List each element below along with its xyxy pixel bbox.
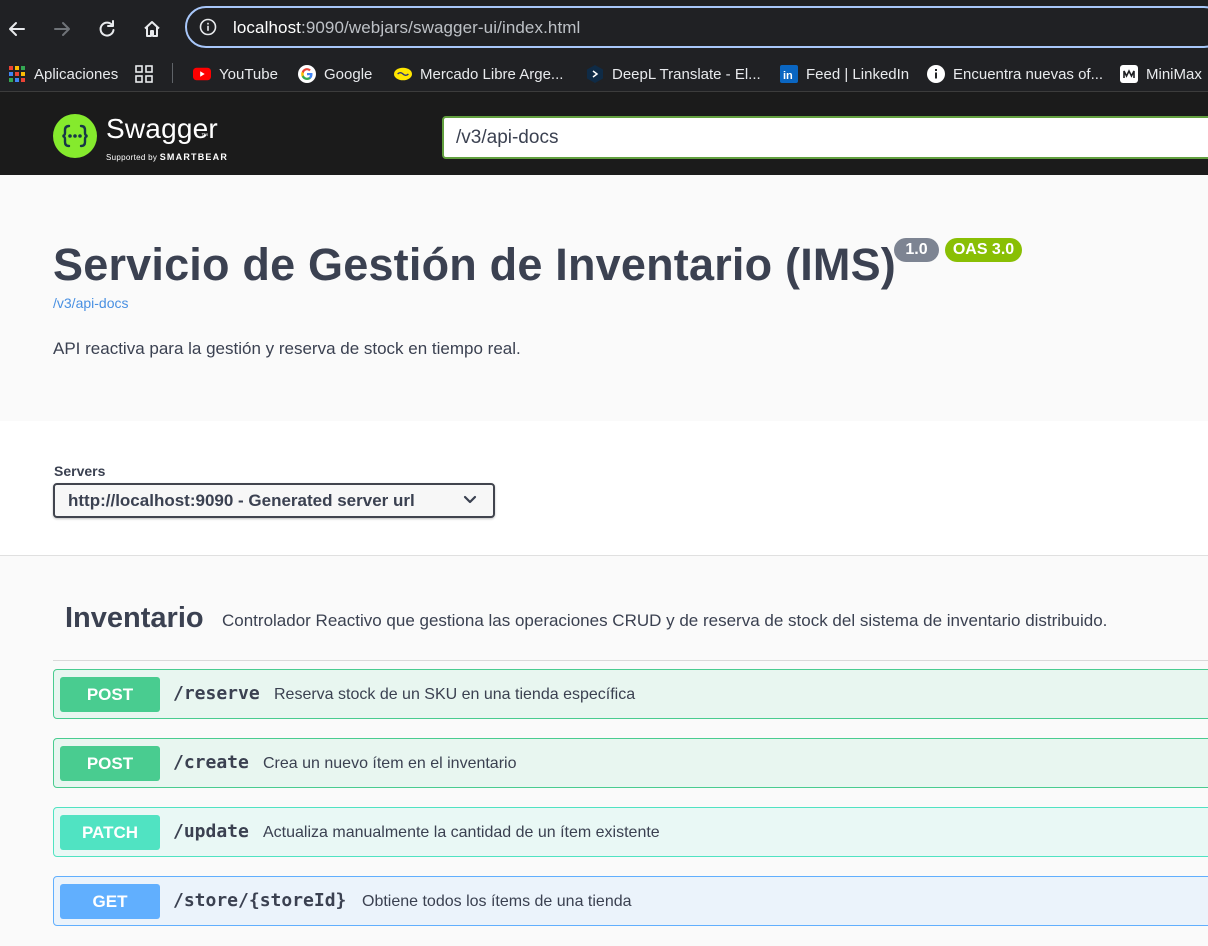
operation-path: /reserve bbox=[173, 683, 260, 704]
bookmark-youtube[interactable]: YouTube bbox=[193, 63, 278, 85]
api-description: API reactiva para la gestión y reserva d… bbox=[53, 339, 521, 358]
tag-description: Controlador Reactivo que gestiona las op… bbox=[222, 611, 1108, 630]
supported-by-text: Supported by bbox=[106, 153, 158, 162]
servers-label: Servers bbox=[54, 463, 106, 479]
swagger-trademark: ™ bbox=[201, 133, 208, 140]
browser-toolbar: localhost:9090/webjars/swagger-ui/index.… bbox=[0, 0, 1208, 57]
servers-selected-value: http://localhost:9090 - Generated server… bbox=[68, 491, 415, 510]
apps-grid-icon bbox=[8, 65, 26, 83]
home-icon bbox=[144, 21, 160, 37]
deepl-icon bbox=[586, 65, 604, 83]
chevron-down-icon bbox=[463, 495, 477, 504]
bookmark-label: DeepL Translate - El... bbox=[612, 65, 761, 83]
reload-icon bbox=[99, 20, 115, 37]
info-section: Servicio de Gestión de Inventario (IMS) … bbox=[0, 175, 1208, 421]
bookmarks-bar: Aplicaciones YouTube Google Mercado Libr… bbox=[0, 57, 1208, 92]
spec-url-input[interactable]: /v3/api-docs bbox=[442, 116, 1208, 159]
bookmark-grid[interactable] bbox=[135, 63, 161, 85]
bookmark-encuentra[interactable]: Encuentra nuevas of... bbox=[927, 63, 1103, 85]
reload-button[interactable] bbox=[91, 13, 123, 45]
forward-arrow-icon bbox=[54, 22, 70, 36]
bookmark-label: Mercado Libre Arge... bbox=[420, 65, 564, 83]
bookmark-label: YouTube bbox=[219, 65, 278, 83]
bookmark-label: Google bbox=[324, 65, 373, 83]
youtube-icon bbox=[193, 65, 211, 83]
svg-text:in: in bbox=[783, 70, 793, 82]
bookmark-aplicaciones[interactable]: Aplicaciones bbox=[8, 63, 118, 85]
operation-patch-update[interactable]: PATCH /update Actualiza manualmente la c… bbox=[53, 807, 1208, 857]
operation-path: /update bbox=[173, 821, 249, 842]
tag-name[interactable]: Inventario bbox=[65, 602, 204, 635]
operation-summary: Reserva stock de un SKU en una tienda es… bbox=[274, 686, 636, 703]
method-badge: POST bbox=[60, 677, 160, 712]
version-badge: 1.0 bbox=[894, 238, 939, 262]
site-info-icon[interactable] bbox=[199, 18, 217, 36]
supported-by: Supported by SMARTBEAR bbox=[106, 152, 228, 162]
bookmark-label: MiniMax bbox=[1146, 65, 1202, 83]
bookmark-linkedin[interactable]: in Feed | LinkedIn bbox=[780, 63, 909, 85]
swagger-brand: Swagger bbox=[106, 113, 218, 144]
operation-summary: Actualiza manualmente la cantidad de un … bbox=[263, 824, 660, 841]
tag-divider bbox=[53, 660, 1208, 661]
mercadolibre-icon bbox=[394, 65, 412, 83]
address-url[interactable]: localhost:9090/webjars/swagger-ui/index.… bbox=[233, 18, 580, 38]
api-title: Servicio de Gestión de Inventario (IMS) bbox=[53, 239, 896, 290]
operation-path: /store/{storeId} bbox=[173, 890, 347, 911]
bookmark-deepl[interactable]: DeepL Translate - El... bbox=[586, 63, 761, 85]
smartbear-text: SMARTBEAR bbox=[159, 152, 229, 162]
servers-section: Servers http://localhost:9090 - Generate… bbox=[0, 421, 1208, 556]
bookmark-label: Feed | LinkedIn bbox=[806, 65, 910, 83]
operation-get-store[interactable]: GET /store/{storeId} Obtiene todos los í… bbox=[53, 876, 1208, 926]
bookmark-label: Aplicaciones bbox=[34, 65, 119, 83]
servers-select[interactable]: http://localhost:9090 - Generated server… bbox=[53, 483, 495, 518]
operation-summary: Obtiene todos los ítems de una tienda bbox=[362, 893, 632, 910]
url-host: localhost bbox=[233, 18, 301, 37]
google-icon bbox=[298, 65, 316, 83]
method-badge: PATCH bbox=[60, 815, 160, 850]
home-button[interactable] bbox=[136, 13, 168, 45]
back-arrow-icon bbox=[9, 22, 25, 36]
swagger-logo-icon[interactable] bbox=[53, 114, 97, 158]
method-badge: GET bbox=[60, 884, 160, 919]
url-path: :9090/webjars/swagger-ui/index.html bbox=[301, 18, 581, 37]
minimax-icon bbox=[1120, 65, 1138, 83]
operation-path: /create bbox=[173, 752, 249, 773]
bookmarks-separator bbox=[172, 63, 173, 83]
address-bar[interactable]: localhost:9090/webjars/swagger-ui/index.… bbox=[185, 6, 1208, 48]
operation-post-create[interactable]: POST /create Crea un nuevo ítem en el in… bbox=[53, 738, 1208, 788]
bookmark-minimax[interactable]: MiniMax bbox=[1120, 63, 1202, 85]
bookmark-mercadolibre[interactable]: Mercado Libre Arge... bbox=[394, 63, 563, 85]
bookmark-google[interactable]: Google bbox=[298, 63, 372, 85]
operation-post-reserve[interactable]: POST /reserve Reserva stock de un SKU en… bbox=[53, 669, 1208, 719]
bookmark-label: Encuentra nuevas of... bbox=[953, 65, 1104, 83]
back-button[interactable] bbox=[1, 13, 33, 45]
grid-icon bbox=[135, 65, 153, 83]
method-badge: POST bbox=[60, 746, 160, 781]
spec-link[interactable]: /v3/api-docs bbox=[53, 295, 128, 311]
oas-badge: OAS 3.0 bbox=[945, 238, 1022, 262]
operation-summary: Crea un nuevo ítem en el inventario bbox=[263, 755, 517, 772]
linkedin-icon: in bbox=[780, 65, 798, 83]
info-circle-icon bbox=[927, 65, 945, 83]
forward-button[interactable] bbox=[46, 13, 78, 45]
